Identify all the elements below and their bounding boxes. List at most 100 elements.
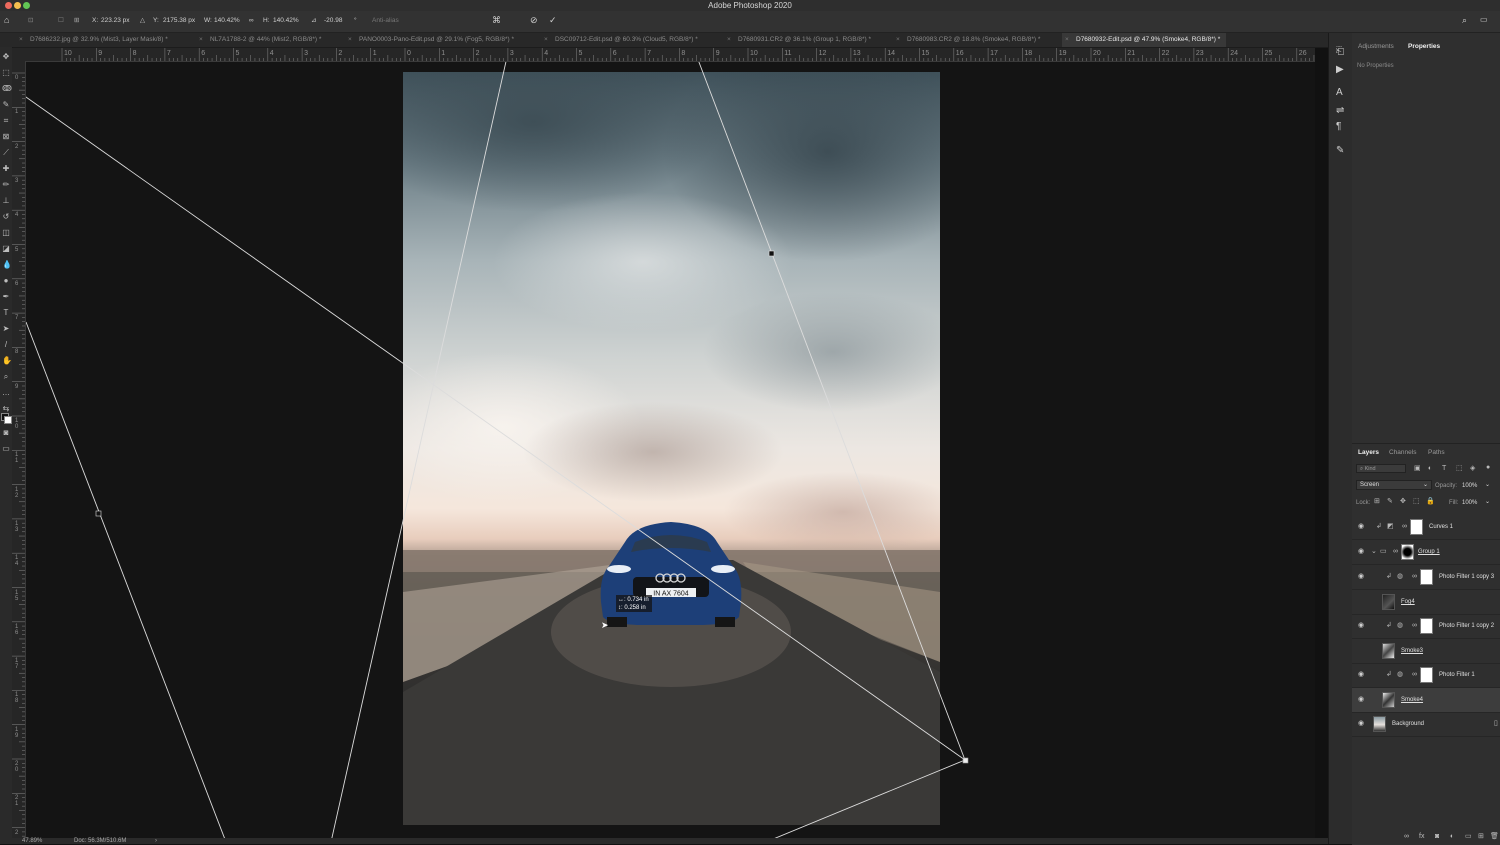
line-tool-icon[interactable]: / xyxy=(2,341,10,349)
transform-bounding-lines[interactable] xyxy=(26,62,1315,838)
visibility-eye-icon[interactable]: ◉ xyxy=(1358,671,1364,679)
tab-doc-3[interactable]: × PANO0003-Pano-Edit.psd @ 29.1% (Fog5, R… xyxy=(345,33,514,47)
add-mask-icon[interactable]: ◙ xyxy=(1435,832,1439,841)
y-field[interactable]: 2175.38 px xyxy=(163,15,195,27)
transform-handle[interactable] xyxy=(768,250,775,257)
healing-brush-tool-icon[interactable]: ✚ xyxy=(2,165,10,173)
tab-doc-5[interactable]: × D7680931.CR2 @ 36.1% (Group 1, RGB/8*) … xyxy=(724,33,871,47)
history-panel-icon[interactable]: ⎗ xyxy=(1336,47,1344,57)
visibility-eye-icon[interactable]: ◉ xyxy=(1358,622,1364,630)
layer-row[interactable]: ◉ ⌄ ▭ ∞ Group 1 xyxy=(1352,540,1500,565)
eraser-tool-icon[interactable]: ◫ xyxy=(2,229,10,237)
layer-name[interactable]: Photo Filter 1 xyxy=(1439,671,1475,679)
character-panel-icon[interactable]: A xyxy=(1336,88,1343,98)
frame-tool-icon[interactable]: ⊠ xyxy=(2,133,10,141)
new-group-icon[interactable]: ▭ xyxy=(1465,832,1472,841)
tab-doc-1[interactable]: × D7686232.jpg @ 32.9% (Mist3, Layer Mask… xyxy=(16,33,168,47)
layer-name[interactable]: Background xyxy=(1392,720,1424,728)
horizontal-ruler[interactable]: 10 9 8 7 6 5 4 3 2 1 0 1 2 3 4 5 6 7 8 9 10 11 12 13 14 15 16 17 18 1… xyxy=(12,48,1315,62)
layer-row[interactable]: ◉ ↲ ◍ ∞ Photo Filter 1 xyxy=(1352,663,1500,688)
type-tool-icon[interactable]: T xyxy=(2,309,10,317)
layer-row-selected[interactable]: ◉ Smoke4 xyxy=(1352,688,1500,713)
visibility-eye-icon[interactable]: ◉ xyxy=(1358,720,1364,728)
close-icon[interactable]: × xyxy=(896,33,900,47)
tab-doc-6[interactable]: × D7680983.CR2 @ 18.8% (Smoke4, RGB/8*) * xyxy=(893,33,1040,47)
layer-row[interactable]: ◉ Background ▯ xyxy=(1352,712,1500,737)
layer-style-icon[interactable]: fx xyxy=(1419,832,1424,841)
delete-layer-icon[interactable]: 🗑 xyxy=(1490,832,1499,841)
filter-pixel-icon[interactable]: ▣ xyxy=(1414,464,1421,473)
blur-tool-icon[interactable]: 💧 xyxy=(2,261,12,269)
layer-thumbnail[interactable] xyxy=(1382,594,1395,610)
layer-name[interactable]: Fog4 xyxy=(1401,598,1415,606)
cancel-transform-icon[interactable]: ⊘ xyxy=(530,14,538,26)
new-adjustment-icon[interactable]: ◐ xyxy=(1450,832,1454,841)
history-brush-tool-icon[interactable]: ↺ xyxy=(2,213,10,221)
zoom-tool-icon[interactable]: ⌕ xyxy=(2,373,10,381)
reference-point-icon[interactable]: ⊞ xyxy=(74,15,79,27)
vertical-ruler[interactable]: 0 1 2 3 4 5 6 7 8 9 10 11 12 13 14 15 16 17 18 19 20 21 2 xyxy=(12,61,26,838)
chevron-down-icon[interactable]: ⌄ xyxy=(1485,481,1490,489)
layer-mask-thumbnail[interactable] xyxy=(1420,618,1433,634)
layer-name[interactable]: Photo Filter 1 copy 3 xyxy=(1439,573,1494,581)
tab-properties[interactable]: Properties xyxy=(1408,41,1440,53)
clone-stamp-tool-icon[interactable]: ⊥ xyxy=(2,197,10,205)
lock-all-icon[interactable]: 🔒 xyxy=(1426,497,1435,506)
tab-doc-2[interactable]: × NL7A1788-2 @ 44% (Mist2, RGB/8*) * xyxy=(196,33,321,47)
path-select-tool-icon[interactable]: ➤ xyxy=(2,325,10,333)
layer-mask-thumbnail[interactable] xyxy=(1420,569,1433,585)
layer-mask-thumbnail[interactable] xyxy=(1410,519,1423,535)
quick-mask-icon[interactable]: ◙ xyxy=(2,429,10,437)
filter-toggle-icon[interactable]: ● xyxy=(1486,463,1490,472)
workspace-icon[interactable]: ▭ xyxy=(1480,14,1488,26)
transform-edge-line[interactable] xyxy=(766,759,966,838)
close-icon[interactable]: × xyxy=(1065,33,1069,47)
opacity-field[interactable]: 100% xyxy=(1462,482,1477,490)
filter-type-icon[interactable]: T xyxy=(1442,464,1446,473)
angle-field[interactable]: -20.98 xyxy=(324,15,342,27)
transform-edge-line[interactable] xyxy=(26,90,966,761)
tab-channels[interactable]: Channels xyxy=(1389,447,1416,459)
document-canvas[interactable]: IN AX 7604 ↔: 0.734 in ↕: 0.258 in ➤ xyxy=(26,62,1315,838)
layer-name[interactable]: Smoke4 xyxy=(1401,696,1423,704)
transform-edge-line[interactable] xyxy=(697,62,966,761)
layer-row[interactable]: ◉ ↲ ◩ ∞ Curves 1 xyxy=(1352,515,1500,540)
w-field[interactable]: 140.42% xyxy=(214,15,240,27)
paragraph-styles-icon[interactable]: ⇌ xyxy=(1336,106,1344,116)
layer-mask-thumbnail[interactable] xyxy=(1420,667,1433,683)
layer-name[interactable]: Group 1 xyxy=(1418,548,1440,556)
paragraph-panel-icon[interactable]: ¶ xyxy=(1336,122,1341,132)
layer-row[interactable]: Smoke3 xyxy=(1352,639,1500,664)
brush-tool-icon[interactable]: ✏ xyxy=(2,181,10,189)
dodge-tool-icon[interactable]: ● xyxy=(2,277,10,285)
layer-row[interactable]: Fog4 xyxy=(1352,590,1500,615)
crop-tool-icon[interactable]: ⌗ xyxy=(2,117,10,125)
pen-tool-icon[interactable]: ✒ xyxy=(2,293,10,301)
quick-select-tool-icon[interactable]: ✎ xyxy=(2,101,10,109)
close-icon[interactable]: × xyxy=(199,33,203,47)
layer-thumbnail[interactable] xyxy=(1382,643,1395,659)
search-icon[interactable]: ⌕ xyxy=(1462,14,1467,26)
link-icon[interactable]: ∞ xyxy=(249,15,254,27)
move-tool-icon[interactable]: ✥ xyxy=(2,53,10,61)
tool-preset-icon[interactable]: ⊡ xyxy=(28,15,33,27)
tab-doc-4[interactable]: × DSC09712-Edit.psd @ 60.3% (Cloud5, RGB/… xyxy=(541,33,698,47)
reference-point-toggle-icon[interactable]: ☐ xyxy=(58,15,64,27)
chevron-down-icon[interactable]: ⌄ xyxy=(1485,498,1490,506)
chevron-down-icon[interactable]: ⌄ xyxy=(1371,547,1377,556)
layer-thumbnail[interactable] xyxy=(1382,692,1395,708)
lock-transparent-icon[interactable]: ⊞ xyxy=(1374,497,1380,506)
visibility-eye-icon[interactable]: ◉ xyxy=(1358,548,1364,556)
close-icon[interactable]: × xyxy=(727,33,731,47)
group-mask-thumbnail[interactable] xyxy=(1401,544,1414,560)
tab-adjustments[interactable]: Adjustments xyxy=(1358,41,1394,53)
transform-edge-line[interactable] xyxy=(26,321,226,838)
visibility-eye-icon[interactable]: ◉ xyxy=(1358,573,1364,581)
background-color-swatch[interactable] xyxy=(4,416,12,424)
tab-paths[interactable]: Paths xyxy=(1428,447,1445,459)
brush-settings-icon[interactable]: ✎ xyxy=(1336,146,1344,156)
more-tools-icon[interactable]: … xyxy=(2,389,10,397)
actions-panel-icon[interactable]: ▶ xyxy=(1336,65,1344,75)
marquee-tool-icon[interactable]: ⬚ xyxy=(2,69,10,77)
home-icon[interactable]: ⌂ xyxy=(4,14,9,26)
